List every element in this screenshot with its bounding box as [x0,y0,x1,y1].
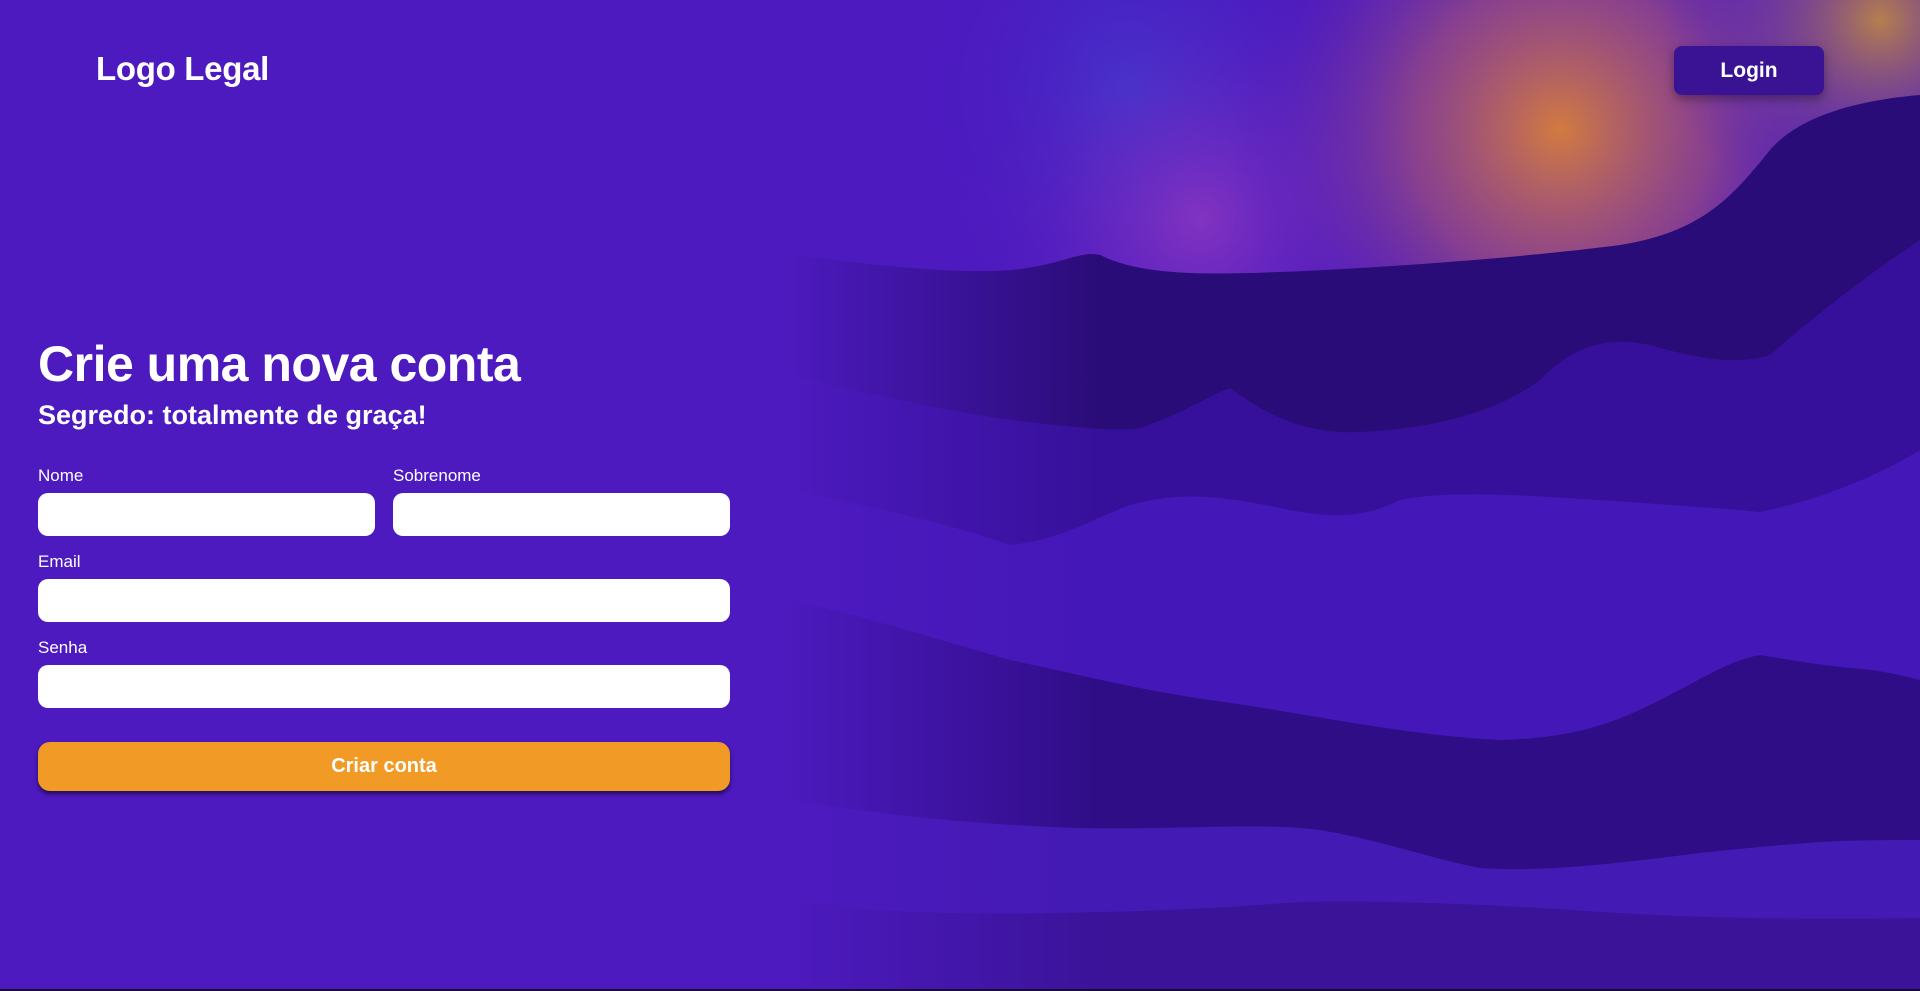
last-name-input[interactable] [393,493,730,536]
signup-page: Logo Legal Login Crie uma nova conta Seg… [0,0,1920,991]
email-input[interactable] [38,579,730,622]
first-name-input[interactable] [38,493,375,536]
login-button[interactable]: Login [1674,46,1824,95]
name-row: Nome Sobrenome [38,465,730,536]
email-row: Email [38,551,730,622]
signup-form: Crie uma nova conta Segredo: totalmente … [38,333,730,791]
logo[interactable]: Logo Legal [96,50,269,88]
password-row: Senha [38,637,730,708]
last-name-label: Sobrenome [393,466,481,485]
create-account-button[interactable]: Criar conta [38,742,730,791]
email-field-group: Email [38,551,730,622]
page-title: Crie uma nova conta [38,336,521,392]
first-name-field-group: Nome [38,465,375,536]
email-label: Email [38,552,81,571]
password-label: Senha [38,638,88,657]
first-name-label: Nome [38,466,84,485]
password-input[interactable] [38,665,730,708]
last-name-field-group: Sobrenome [393,465,730,536]
page-subtitle: Segredo: totalmente de graça! [38,400,427,430]
password-field-group: Senha [38,637,730,708]
